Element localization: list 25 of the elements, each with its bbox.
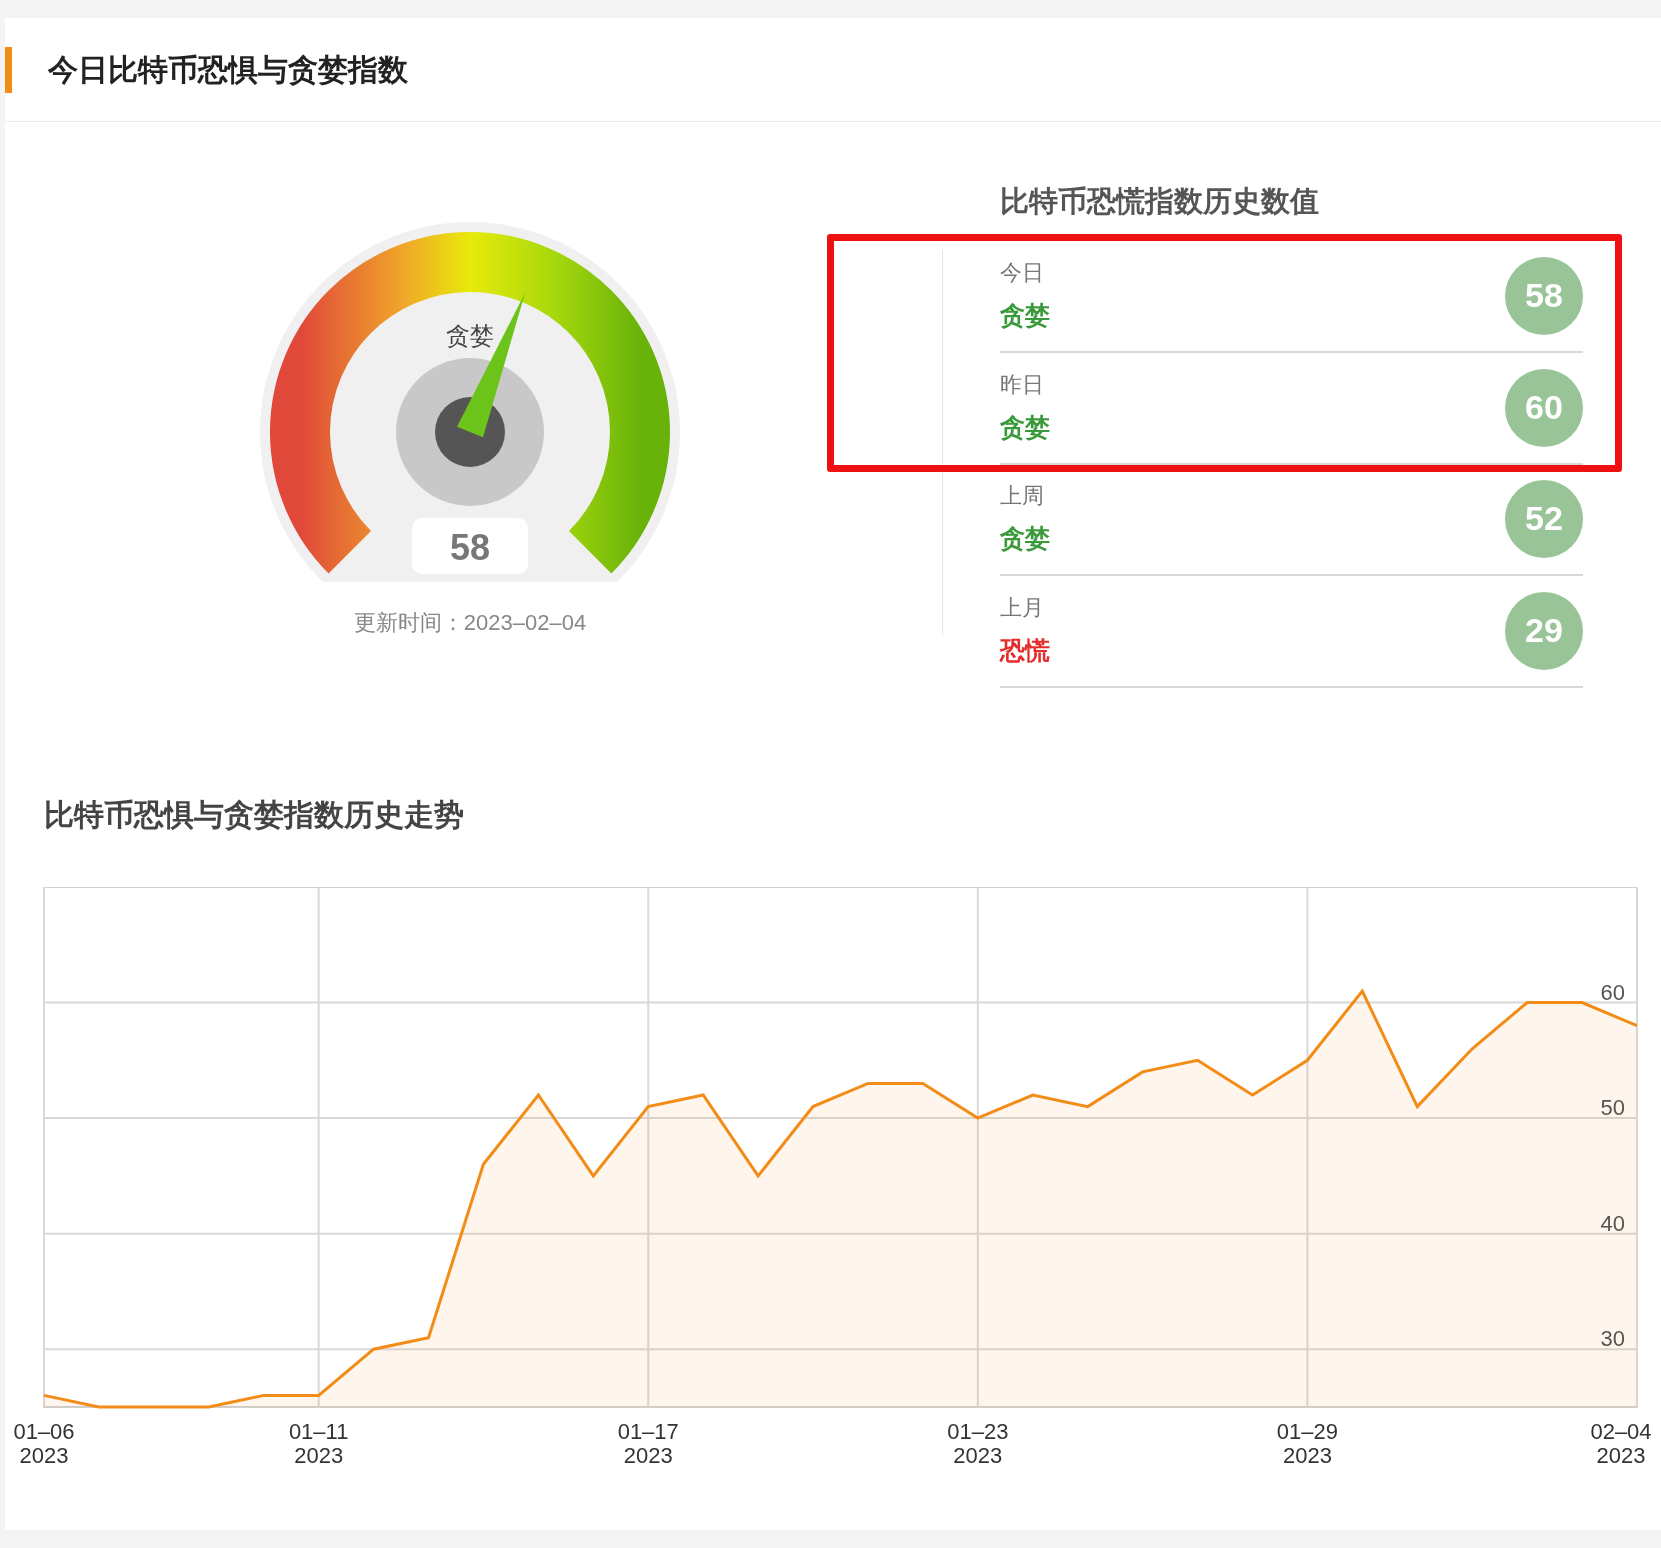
section-title: 今日比特币恐惧与贪婪指数 — [48, 52, 408, 88]
period-label: 上周 — [1000, 482, 1045, 511]
x-axis-label: 01–29 2023 — [1276, 1419, 1338, 1468]
gauge-label: 贪婪 — [446, 322, 494, 349]
x-axis-label: 02–04 2023 — [1590, 1419, 1652, 1468]
chart-title: 比特币恐惧与贪婪指数历史走势 — [44, 797, 465, 833]
period-label: 上月 — [1000, 594, 1045, 623]
x-axis-label: 01–17 2023 — [617, 1419, 679, 1468]
history-title: 比特币恐慌指数历史数值 — [1000, 184, 1320, 219]
period-label: 今日 — [1000, 259, 1045, 288]
x-axis-label: 01–23 2023 — [947, 1419, 1009, 1468]
y-axis-label: 30 — [1600, 1326, 1625, 1352]
gauge-value: 58 — [450, 527, 490, 568]
sentiment-label: 贪婪 — [1000, 300, 1050, 332]
accent-bar — [5, 46, 12, 93]
x-axis-label: 01–11 2023 — [288, 1419, 349, 1468]
sentiment-label: 恐慌 — [1000, 635, 1050, 667]
x-axis-label: 01–06 2023 — [13, 1419, 75, 1468]
sentiment-label: 贪婪 — [1000, 523, 1050, 555]
y-axis-label: 50 — [1600, 1095, 1625, 1121]
period-label: 昨日 — [1000, 371, 1045, 400]
y-axis-label: 40 — [1600, 1210, 1625, 1236]
y-axis-label: 60 — [1600, 979, 1625, 1005]
update-time: 更新时间：2023–02–04 — [353, 609, 587, 637]
sentiment-label: 贪婪 — [1000, 412, 1050, 444]
